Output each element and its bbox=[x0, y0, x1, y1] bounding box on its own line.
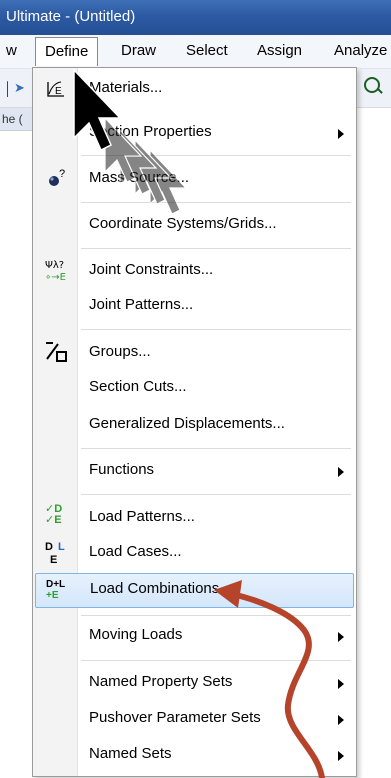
menu-item-label: Joint Patterns... bbox=[89, 296, 194, 313]
menu-item-groups[interactable]: Groups... bbox=[33, 338, 356, 368]
menu-analyze[interactable]: Analyze bbox=[326, 40, 391, 62]
load-cases-icon: D L E bbox=[45, 540, 69, 571]
menu-item-mass-source[interactable]: ? Mass Source... bbox=[33, 164, 356, 194]
menu-separator bbox=[81, 329, 351, 330]
menu-select[interactable]: Select bbox=[178, 40, 236, 62]
menu-separator bbox=[81, 615, 351, 616]
menu-item-section-properties[interactable]: Section Properties bbox=[33, 118, 356, 148]
menu-separator bbox=[81, 155, 351, 156]
load-combinations-icon-top: D+L bbox=[46, 579, 66, 590]
load-combinations-icon-bottom: +E bbox=[46, 590, 59, 601]
menu-item-load-combinations[interactable]: D+L +E Load Combinations... bbox=[35, 573, 354, 608]
load-cases-icon-d: D bbox=[45, 541, 53, 553]
menu-item-label: Named Property Sets bbox=[89, 673, 233, 690]
menu-item-coordinate-systems[interactable]: Coordinate Systems/Grids... bbox=[33, 210, 356, 240]
menu-item-label: Load Cases... bbox=[89, 543, 182, 560]
toolbar-pointer-icon[interactable]: ➤ bbox=[14, 80, 25, 96]
menu-item-label: Pushover Parameter Sets bbox=[89, 709, 261, 726]
menu-item-label: Section Properties bbox=[89, 123, 212, 140]
menu-item-label: Joint Constraints... bbox=[89, 261, 214, 278]
zoom-icon[interactable] bbox=[364, 77, 380, 93]
menu-item-label: Load Patterns... bbox=[89, 508, 195, 525]
groups-icon bbox=[45, 341, 69, 368]
menu-item-joint-patterns[interactable]: Joint Patterns... bbox=[33, 291, 356, 321]
submenu-arrow-icon bbox=[338, 751, 344, 761]
load-combinations-icon: D+L +E bbox=[46, 579, 65, 601]
load-cases-icon-l: L bbox=[58, 541, 65, 553]
toolbar-grip-icon: │ bbox=[4, 81, 13, 96]
load-cases-icon-e: E bbox=[50, 554, 57, 566]
menu-item-label: Mass Source... bbox=[89, 169, 190, 186]
submenu-arrow-icon bbox=[338, 715, 344, 725]
menu-item-load-patterns[interactable]: ✓D ✓E Load Patterns... bbox=[33, 503, 356, 533]
joint-constraints-icon-bottom: ∘→E bbox=[45, 272, 66, 283]
materials-icon-letter: E bbox=[55, 86, 62, 97]
submenu-arrow-icon bbox=[338, 467, 344, 477]
menu-item-label: Coordinate Systems/Grids... bbox=[89, 215, 277, 232]
menu-bar: w Define Draw Select Assign Analyze bbox=[0, 35, 391, 69]
load-patterns-icon: ✓D ✓E bbox=[45, 504, 62, 526]
joint-constraints-icon: Ψλ? ∘→E bbox=[45, 256, 71, 291]
menu-draw[interactable]: Draw bbox=[113, 40, 164, 62]
window-title: Ultimate - (Untitled) bbox=[6, 8, 136, 25]
menu-item-label: Functions bbox=[89, 461, 155, 478]
menu-item-label: Named Sets bbox=[89, 745, 172, 762]
joint-constraints-icon-top: Ψλ? bbox=[45, 260, 64, 271]
menu-item-label: Section Cuts... bbox=[89, 378, 187, 395]
submenu-arrow-icon bbox=[338, 632, 344, 642]
menu-item-generalized-displacements[interactable]: Generalized Displacements... bbox=[33, 410, 356, 440]
menu-separator bbox=[81, 248, 351, 249]
menu-item-joint-constraints[interactable]: Ψλ? ∘→E Joint Constraints... bbox=[33, 256, 356, 286]
mass-source-icon-mark: ? bbox=[59, 168, 65, 180]
menu-assign[interactable]: Assign bbox=[249, 40, 310, 62]
menu-separator bbox=[81, 494, 351, 495]
menu-item-named-sets[interactable]: Named Sets bbox=[33, 740, 356, 770]
menu-item-functions[interactable]: Functions bbox=[33, 456, 356, 486]
menu-item-moving-loads[interactable]: Moving Loads bbox=[33, 621, 356, 651]
menu-separator bbox=[81, 448, 351, 449]
menu-item-load-cases[interactable]: D L E Load Cases... bbox=[33, 538, 356, 568]
menu-item-materials[interactable]: E Materials... bbox=[33, 74, 356, 104]
workspace-tab[interactable]: he ( bbox=[0, 108, 32, 131]
menu-separator bbox=[81, 660, 351, 661]
menu-item-label: Materials... bbox=[89, 79, 163, 96]
menu-item-named-property-sets[interactable]: Named Property Sets bbox=[33, 668, 356, 698]
menu-item-label: Groups... bbox=[89, 343, 151, 360]
submenu-arrow-icon bbox=[338, 129, 344, 139]
mass-source-icon: ? bbox=[45, 168, 69, 195]
title-bar: Ultimate - (Untitled) bbox=[0, 0, 391, 35]
menu-view[interactable]: w bbox=[0, 40, 25, 62]
menu-item-label: Generalized Displacements... bbox=[89, 415, 285, 432]
load-patterns-icon-bottom: ✓E bbox=[45, 514, 62, 526]
materials-icon: E bbox=[45, 79, 67, 104]
define-menu: E Materials... Section Properties ? Mass… bbox=[32, 67, 357, 777]
submenu-arrow-icon bbox=[338, 679, 344, 689]
menu-item-label: Moving Loads bbox=[89, 626, 183, 643]
menu-item-section-cuts[interactable]: Section Cuts... bbox=[33, 373, 356, 403]
menu-define[interactable]: Define bbox=[35, 37, 99, 66]
menu-item-label: Load Combinations... bbox=[90, 580, 232, 597]
menu-item-pushover-parameter-sets[interactable]: Pushover Parameter Sets bbox=[33, 704, 356, 734]
menu-separator bbox=[81, 202, 351, 203]
